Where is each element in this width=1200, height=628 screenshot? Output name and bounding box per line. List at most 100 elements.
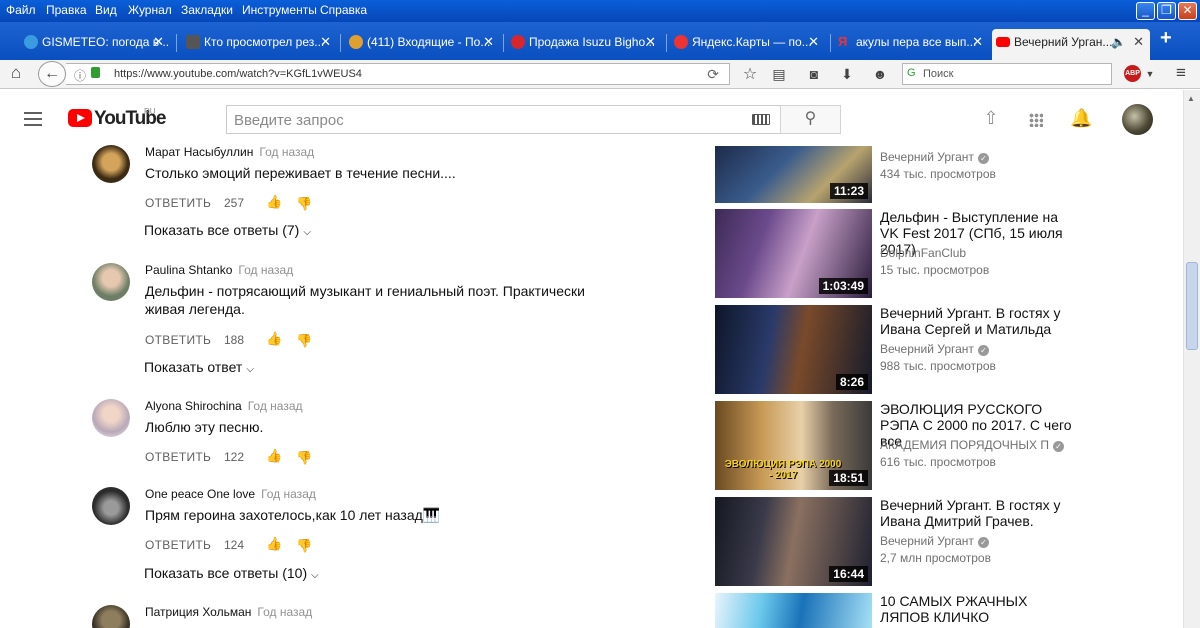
youtube-logo-icon[interactable] xyxy=(68,109,92,127)
tab-profile-views[interactable]: Кто просмотрел рез... ✕ xyxy=(182,29,337,60)
download-icon[interactable]: ⬇ xyxy=(837,66,857,83)
close-tab-icon[interactable]: ✕ xyxy=(320,29,331,55)
page-scrollbar[interactable]: ▲ xyxy=(1183,90,1200,628)
close-tab-icon[interactable]: ✕ xyxy=(645,29,656,55)
close-tab-icon[interactable]: ✕ xyxy=(1133,29,1144,55)
thumbs-up-icon[interactable]: 👍 xyxy=(266,448,282,464)
menu-tools[interactable]: Инструменты xyxy=(242,3,317,17)
avatar[interactable] xyxy=(92,145,130,183)
video-thumbnail[interactable]: ЭВОЛЮЦИЯ РЭПА 2000 - 2017 18:51 xyxy=(715,401,872,490)
close-tab-icon[interactable]: ✕ xyxy=(153,29,164,55)
comment-author[interactable]: Paulina Shtanko xyxy=(145,263,232,277)
new-tab-button[interactable]: + xyxy=(1160,27,1172,50)
menu-view[interactable]: Вид xyxy=(95,3,117,17)
tab-gismeteo[interactable]: GISMETEO: погода в ... ✕ xyxy=(20,29,170,60)
menu-hamburger-icon[interactable]: ≡ xyxy=(1171,63,1191,83)
speaker-icon[interactable]: 🔈 xyxy=(1111,29,1126,55)
video-title[interactable]: Вечерний Ургант. В гостях у Ивана Сергей… xyxy=(880,305,1080,337)
reply-button[interactable]: ОТВЕТИТЬ xyxy=(145,450,211,464)
youtube-search-input[interactable]: Введите запрос xyxy=(226,105,780,134)
recommended-video[interactable]: 16:44 Вечерний Ургант. В гостях у Ивана … xyxy=(715,497,1155,587)
reply-button[interactable]: ОТВЕТИТЬ xyxy=(145,196,211,210)
show-replies-button[interactable]: Показать ответ ⌵ xyxy=(144,359,254,375)
url-text[interactable]: https://www.youtube.com/watch?v=KGfL1vWE… xyxy=(114,68,362,80)
thumbs-down-icon[interactable]: 👎 xyxy=(296,333,312,349)
menu-edit[interactable]: Правка xyxy=(46,3,87,17)
video-thumbnail[interactable]: 16:44 xyxy=(715,497,872,586)
restore-button[interactable]: ❐ xyxy=(1157,2,1176,20)
comment-author[interactable]: Марат Насыбуллин xyxy=(145,145,253,159)
thumbs-down-icon[interactable]: 👎 xyxy=(296,538,312,554)
show-replies-button[interactable]: Показать все ответы (10) ⌵ xyxy=(144,565,319,581)
channel-name[interactable]: Вечерний Ургант ✓ xyxy=(880,150,989,164)
back-button[interactable]: ← xyxy=(38,61,66,87)
browser-search-field[interactable]: G Поиск xyxy=(902,63,1112,85)
search-engine-icon[interactable]: G xyxy=(907,67,916,79)
avatar[interactable] xyxy=(92,487,130,525)
show-replies-button[interactable]: Показать все ответы (7) ⌵ xyxy=(144,222,311,238)
menu-bookmarks[interactable]: Закладки xyxy=(181,3,233,17)
comment-time[interactable]: Год назад xyxy=(238,263,293,277)
avatar[interactable] xyxy=(92,399,130,437)
recommended-video[interactable]: 11:23 Вечерний Ургант ✓ 434 тыс. просмотр… xyxy=(715,146,1155,203)
thumbs-up-icon[interactable]: 👍 xyxy=(266,331,282,347)
reply-button[interactable]: ОТВЕТИТЬ xyxy=(145,333,211,347)
keyboard-icon[interactable] xyxy=(752,114,770,125)
video-title[interactable]: 10 САМЫХ РЖАЧНЫХ ЛЯПОВ КЛИЧКО xyxy=(880,593,1080,625)
video-title[interactable]: Вечерний Ургант. В гостях у Ивана Дмитри… xyxy=(880,497,1080,529)
thumbs-down-icon[interactable]: 👎 xyxy=(296,196,312,212)
tab-yandex-search[interactable]: Я акулы пера все вып... ✕ xyxy=(834,29,989,60)
comment-author[interactable]: One peace One love xyxy=(145,487,255,501)
menu-file[interactable]: Файл xyxy=(6,3,36,17)
guide-menu-icon[interactable] xyxy=(24,112,42,126)
tab-youtube-active[interactable]: Вечерний Урган... 🔈 ✕ xyxy=(992,29,1150,60)
video-thumbnail[interactable]: 11:23 xyxy=(715,146,872,203)
tab-isuzu[interactable]: Продажа Isuzu Bigho... ✕ xyxy=(507,29,662,60)
avatar[interactable] xyxy=(92,605,130,628)
menu-history[interactable]: Журнал xyxy=(128,3,172,17)
recommended-video[interactable]: 10 САМЫХ РЖАЧНЫХ ЛЯПОВ КЛИЧКО xyxy=(715,593,1155,628)
account-avatar[interactable] xyxy=(1122,104,1153,135)
close-window-button[interactable]: ✕ xyxy=(1178,2,1197,20)
channel-name[interactable]: Вечерний Ургант ✓ xyxy=(880,342,989,356)
reading-list-icon[interactable]: ▤ xyxy=(769,66,789,83)
upload-icon[interactable]: ⇧ xyxy=(980,108,1002,129)
notifications-bell-icon[interactable]: 🔔 xyxy=(1070,108,1092,129)
comment-author[interactable]: Патриция Хольман xyxy=(145,605,251,619)
scroll-thumb[interactable] xyxy=(1186,262,1198,350)
chevron-down-icon[interactable]: ▼ xyxy=(1140,69,1160,79)
comment-author[interactable]: Alyona Shirochina xyxy=(145,399,242,413)
comment-time[interactable]: Год назад xyxy=(248,399,303,413)
thumbs-up-icon[interactable]: 👍 xyxy=(266,194,282,210)
pocket-icon[interactable]: ◙ xyxy=(804,66,824,82)
address-bar[interactable]: ⓘ https://www.youtube.com/watch?v=KGfL1v… xyxy=(66,63,730,85)
comment-time[interactable]: Год назад xyxy=(257,605,312,619)
comment-time[interactable]: Год назад xyxy=(259,145,314,159)
thumbs-up-icon[interactable]: 👍 xyxy=(266,536,282,552)
avatar[interactable] xyxy=(92,263,130,301)
bookmark-star-icon[interactable]: ☆ xyxy=(740,64,760,84)
close-tab-icon[interactable]: ✕ xyxy=(972,29,983,55)
search-button[interactable]: ⚲ xyxy=(780,105,841,134)
menu-help[interactable]: Справка xyxy=(320,3,367,17)
chat-icon[interactable]: ☻ xyxy=(870,66,890,82)
channel-name[interactable]: АКАДЕМИЯ ПОРЯДОЧНЫХ П ✓ xyxy=(880,438,1064,452)
video-thumbnail[interactable] xyxy=(715,593,872,628)
close-tab-icon[interactable]: ✕ xyxy=(483,29,494,55)
recommended-video[interactable]: 8:26 Вечерний Ургант. В гостях у Ивана С… xyxy=(715,305,1155,395)
comment-time[interactable]: Год назад xyxy=(261,487,316,501)
video-thumbnail[interactable]: 8:26 xyxy=(715,305,872,394)
tab-inbox[interactable]: (411) Входящие - По... ✕ xyxy=(345,29,500,60)
thumbs-down-icon[interactable]: 👎 xyxy=(296,450,312,466)
video-thumbnail[interactable]: 1:03:49 xyxy=(715,209,872,298)
channel-name[interactable]: DolphinFanClub xyxy=(880,246,966,260)
home-icon[interactable]: ⌂ xyxy=(6,63,26,83)
recommended-video[interactable]: ЭВОЛЮЦИЯ РЭПА 2000 - 2017 18:51 ЭВОЛЮЦИЯ… xyxy=(715,401,1155,491)
channel-name[interactable]: Вечерний Ургант ✓ xyxy=(880,534,989,548)
minimize-button[interactable]: _ xyxy=(1136,2,1155,20)
adblock-icon[interactable]: ABP xyxy=(1124,65,1141,82)
info-icon[interactable]: ⓘ xyxy=(74,67,86,84)
recommended-video[interactable]: 1:03:49 Дельфин - Выступление на VK Fest… xyxy=(715,209,1155,299)
close-tab-icon[interactable]: ✕ xyxy=(808,29,819,55)
reload-icon[interactable]: ⟳ xyxy=(707,66,719,83)
